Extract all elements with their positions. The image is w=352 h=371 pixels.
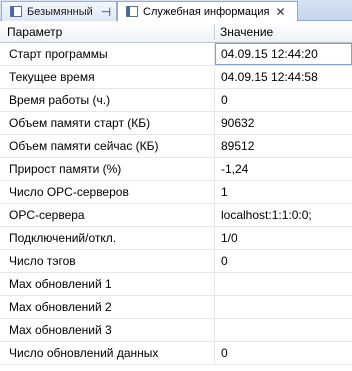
row-parameter-name: Max обновлений 2: [0, 296, 215, 318]
tab-label: Служебная информация: [143, 5, 270, 18]
table-body: Старт программы 04.09.15 12:44:20 Текущее …: [0, 43, 352, 365]
table-row[interactable]: Объем памяти сейчас (КБ) 89512: [0, 135, 352, 158]
table-row[interactable]: Время работы (ч.) 0: [0, 89, 352, 112]
row-value[interactable]: 1/0: [215, 227, 352, 249]
pin-icon[interactable]: ⊣: [101, 5, 111, 19]
tab-label: Безымянный: [27, 5, 93, 18]
table-row[interactable]: Число тэгов 0: [0, 250, 352, 273]
row-value[interactable]: [215, 273, 352, 295]
column-header-value[interactable]: Значение: [220, 22, 273, 42]
row-value[interactable]: 0: [215, 342, 352, 364]
row-parameter-name: Max обновлений 1: [0, 273, 215, 295]
row-parameter-name: OPC-сервера: [0, 204, 215, 226]
table-row[interactable]: Прирост памяти (%) -1,24: [0, 158, 352, 181]
table-row[interactable]: Объем памяти старт (КБ) 90632: [0, 112, 352, 135]
row-value[interactable]: 04.09.15 12:44:20: [215, 43, 352, 65]
table-header: Параметр Значение: [0, 22, 352, 43]
row-parameter-name: Число обновлений данных: [0, 342, 215, 364]
table-row[interactable]: Max обновлений 3: [0, 319, 352, 342]
row-value[interactable]: 90632: [215, 112, 352, 134]
table-row[interactable]: Старт программы 04.09.15 12:44:20: [0, 43, 352, 66]
table-row[interactable]: Max обновлений 2: [0, 296, 352, 319]
table-row[interactable]: Текущее время 04.09.15 12:44:58: [0, 66, 352, 89]
column-divider[interactable]: [214, 24, 215, 40]
row-parameter-name: Max обновлений 3: [0, 319, 215, 341]
row-value[interactable]: [215, 319, 352, 341]
row-parameter-name: Объем памяти старт (КБ): [0, 112, 215, 134]
row-value[interactable]: -1,24: [215, 158, 352, 180]
row-parameter-name: Время работы (ч.): [0, 89, 215, 111]
document-tab-bar: Безымянный ⊣ Служебная информация ✕: [0, 0, 352, 22]
table-row[interactable]: Max обновлений 1: [0, 273, 352, 296]
row-value[interactable]: 04.09.15 12:44:58: [215, 66, 352, 88]
close-icon[interactable]: ✕: [275, 5, 285, 19]
row-value[interactable]: 89512: [215, 135, 352, 157]
row-value[interactable]: [215, 296, 352, 318]
column-header-parameter[interactable]: Параметр: [7, 22, 62, 42]
table-row[interactable]: Число обновлений данных 0: [0, 342, 352, 365]
row-parameter-name: Число OPC-серверов: [0, 181, 215, 203]
row-value[interactable]: 0: [215, 89, 352, 111]
table-row[interactable]: Число OPC-серверов 1: [0, 181, 352, 204]
document-icon: [10, 6, 22, 17]
table-row[interactable]: OPC-сервера localhost:1:1:0:0;: [0, 204, 352, 227]
row-value[interactable]: localhost:1:1:0:0;: [215, 204, 352, 226]
row-parameter-name: Старт программы: [0, 43, 215, 65]
row-parameter-name: Прирост памяти (%): [0, 158, 215, 180]
row-value[interactable]: 0: [215, 250, 352, 272]
tab-service-info[interactable]: Служебная информация ✕: [117, 1, 298, 22]
row-parameter-name: Текущее время: [0, 66, 215, 88]
tab-unnamed[interactable]: Безымянный ⊣: [1, 1, 117, 21]
table-row[interactable]: Подключений/откл. 1/0: [0, 227, 352, 250]
row-value[interactable]: 1: [215, 181, 352, 203]
property-grid: Параметр Значение Старт программы 04.09.1…: [0, 22, 352, 371]
row-parameter-name: Число тэгов: [0, 250, 215, 272]
document-icon: [126, 6, 138, 17]
row-parameter-name: Подключений/откл.: [0, 227, 215, 249]
row-parameter-name: Объем памяти сейчас (КБ): [0, 135, 215, 157]
